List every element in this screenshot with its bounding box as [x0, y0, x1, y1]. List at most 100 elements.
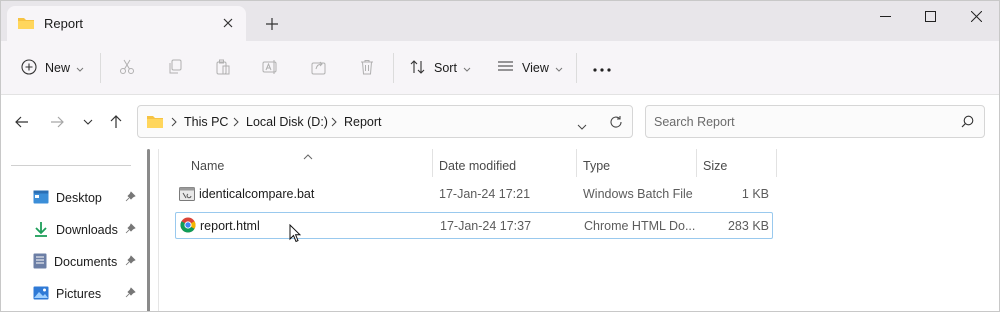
- sort-ascending-icon: [303, 149, 313, 163]
- copy-icon: [167, 59, 183, 78]
- breadcrumb-this-pc[interactable]: This PC: [184, 115, 228, 129]
- pane-divider[interactable]: [158, 149, 159, 312]
- back-arrow-icon[interactable]: [12, 112, 32, 132]
- plus-circle-icon: [21, 58, 37, 78]
- delete-icon: [359, 59, 375, 78]
- sort-icon: [410, 59, 426, 78]
- file-date: 17-Jan-24 17:37: [440, 219, 532, 233]
- share-button[interactable]: [311, 55, 327, 81]
- search-input[interactable]: Search Report: [645, 105, 985, 138]
- documents-icon: [33, 253, 47, 272]
- paste-button[interactable]: [215, 55, 231, 81]
- pictures-icon: [33, 286, 49, 303]
- file-type: Chrome HTML Do...: [584, 219, 696, 233]
- nav-divider: [11, 165, 131, 166]
- address-bar[interactable]: This PC Local Disk (D:) Report: [137, 105, 633, 138]
- file-name: report.html: [200, 219, 260, 233]
- view-button[interactable]: View: [497, 55, 563, 81]
- title-bar: Report: [0, 0, 1000, 41]
- more-options-button[interactable]: [593, 55, 611, 81]
- maximize-icon[interactable]: [907, 4, 953, 28]
- pin-icon[interactable]: [125, 287, 136, 301]
- sort-button[interactable]: Sort: [410, 55, 471, 81]
- close-icon[interactable]: [953, 4, 999, 28]
- tab-title: Report: [44, 16, 84, 31]
- breadcrumb-report[interactable]: Report: [344, 115, 382, 129]
- rename-button[interactable]: [262, 55, 278, 81]
- sidebar-item-label: Downloads: [56, 223, 118, 237]
- up-arrow-icon[interactable]: [106, 112, 126, 132]
- folder-icon: [17, 15, 35, 34]
- chevron-right-icon: [233, 116, 239, 130]
- new-button[interactable]: New: [21, 55, 84, 81]
- file-date: 17-Jan-24 17:21: [439, 187, 531, 201]
- cut-button[interactable]: [119, 55, 135, 81]
- column-header-type[interactable]: Type: [583, 155, 610, 177]
- pin-icon[interactable]: [125, 255, 136, 269]
- chevron-down-icon: [76, 61, 84, 75]
- cut-icon: [119, 59, 135, 78]
- sidebar-item-downloads[interactable]: Downloads: [33, 218, 143, 242]
- nav-scrollbar[interactable]: [147, 149, 150, 312]
- sort-label: Sort: [434, 61, 457, 75]
- tab-close-icon[interactable]: [219, 14, 237, 32]
- pin-icon[interactable]: [125, 223, 136, 237]
- share-icon: [311, 59, 327, 78]
- column-divider[interactable]: [432, 149, 433, 177]
- view-label: View: [522, 61, 549, 75]
- folder-icon: [146, 114, 164, 132]
- breadcrumb-local-disk[interactable]: Local Disk (D:): [246, 115, 328, 129]
- navigation-pane: Desktop Downloads Documents Pictures: [0, 149, 158, 312]
- minimize-icon[interactable]: [862, 4, 908, 28]
- divider: [393, 53, 394, 83]
- refresh-icon[interactable]: [609, 115, 623, 132]
- chevron-down-icon: [555, 61, 563, 75]
- column-divider[interactable]: [576, 149, 577, 177]
- rename-icon: [262, 59, 278, 78]
- search-placeholder: Search Report: [654, 115, 735, 129]
- search-icon[interactable]: [961, 115, 974, 131]
- view-icon: [497, 60, 514, 77]
- column-header-name[interactable]: Name: [191, 155, 224, 177]
- chevron-down-icon: [463, 61, 471, 75]
- desktop-icon: [33, 190, 49, 207]
- new-label: New: [45, 61, 71, 75]
- sidebar-item-documents[interactable]: Documents: [33, 250, 143, 274]
- sidebar-item-label: Documents: [54, 255, 118, 269]
- command-bar: New Sort View: [0, 41, 1000, 95]
- sidebar-item-pictures[interactable]: Pictures: [33, 282, 143, 306]
- column-header-date-modified[interactable]: Date modified: [439, 155, 516, 177]
- column-header-size[interactable]: Size: [703, 155, 727, 177]
- file-list: Name Date modified Type Size identicalco…: [160, 149, 1000, 312]
- batch-file-icon: [179, 186, 195, 205]
- file-size: 283 KB: [727, 219, 769, 233]
- tab-report[interactable]: Report: [7, 6, 246, 41]
- downloads-icon: [33, 221, 49, 240]
- mouse-cursor-icon: [289, 223, 302, 246]
- recent-locations-chevron-icon[interactable]: [78, 112, 98, 132]
- forward-arrow-icon[interactable]: [47, 112, 67, 132]
- divider: [576, 53, 577, 83]
- file-name: identicalcompare.bat: [199, 187, 315, 201]
- file-row-selected[interactable]: report.html 17-Jan-24 17:37 Chrome HTML …: [175, 212, 773, 239]
- sidebar-item-desktop[interactable]: Desktop: [33, 186, 143, 210]
- paste-icon: [215, 59, 231, 78]
- file-type: Windows Batch File: [583, 187, 693, 201]
- delete-button[interactable]: [359, 55, 375, 81]
- address-row: This PC Local Disk (D:) Report Search Re…: [0, 95, 1000, 149]
- sidebar-item-label: Desktop: [56, 191, 102, 205]
- chevron-right-icon: [331, 116, 337, 130]
- column-divider[interactable]: [696, 149, 697, 177]
- new-tab-icon[interactable]: [262, 14, 282, 34]
- chrome-icon: [180, 217, 196, 236]
- column-divider[interactable]: [776, 149, 777, 177]
- address-dropdown-icon[interactable]: [577, 119, 587, 133]
- more-icon: [593, 61, 611, 75]
- pin-icon[interactable]: [125, 191, 136, 205]
- copy-button[interactable]: [167, 55, 183, 81]
- chevron-right-icon: [171, 116, 177, 130]
- sidebar-item-label: Pictures: [56, 287, 102, 301]
- file-size: 1 KB: [741, 187, 769, 201]
- file-row[interactable]: identicalcompare.bat 17-Jan-24 17:21 Win…: [175, 181, 773, 208]
- divider: [100, 53, 101, 83]
